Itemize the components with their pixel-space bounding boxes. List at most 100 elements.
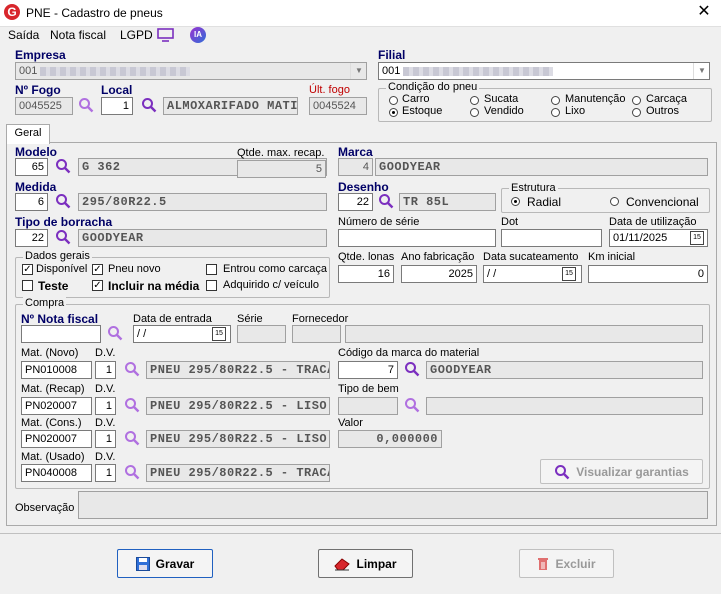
chevron-down-icon[interactable]: ▼	[693, 63, 710, 79]
modelo-code-input[interactable]: 65	[15, 158, 48, 176]
checkbox-pneu-novo[interactable]: ✓	[92, 264, 103, 275]
close-icon[interactable]: ✕	[694, 2, 714, 22]
ia-icon[interactable]: IA	[190, 27, 206, 43]
checkbox-disponivel[interactable]: ✓	[22, 264, 33, 275]
radio-estoque[interactable]	[389, 108, 398, 117]
search-icon[interactable]	[78, 97, 94, 113]
radio-lixo[interactable]	[551, 108, 560, 117]
numero-serie-input[interactable]	[338, 229, 496, 247]
mat-novo-dv-input[interactable]: 1	[95, 361, 116, 379]
calendar-icon[interactable]: 15	[212, 327, 226, 341]
mat-recap-dv-input[interactable]: 1	[95, 397, 116, 415]
checkbox-adquirido-label: Adquirido c/ veículo	[223, 279, 319, 291]
mat-recap-label: Mat. (Recap)	[21, 383, 85, 395]
radio-vendido[interactable]	[470, 108, 479, 117]
local-code-input[interactable]: 1	[101, 97, 133, 115]
redacted-text	[403, 66, 554, 76]
valor-label: Valor	[338, 417, 363, 429]
desenho-code-input[interactable]: 22	[338, 193, 373, 211]
excluir-label: Excluir	[555, 556, 596, 571]
fogo-input[interactable]: 0045525	[15, 97, 73, 115]
mat-cons-code-input[interactable]: PN020007	[21, 430, 92, 448]
search-icon[interactable]	[124, 397, 140, 413]
checkbox-adquirido[interactable]	[206, 280, 217, 291]
search-icon[interactable]	[404, 361, 420, 377]
search-icon[interactable]	[141, 97, 157, 113]
km-inicial-input[interactable]: 0	[588, 265, 708, 283]
radio-outros-label: Outros	[646, 105, 680, 117]
mat-usado-dv-input[interactable]: 1	[95, 464, 116, 482]
search-icon[interactable]	[124, 464, 140, 480]
nota-fiscal-label: Nº Nota fiscal	[21, 312, 99, 326]
chevron-down-icon[interactable]: ▼	[350, 63, 367, 79]
dot-input[interactable]	[501, 229, 602, 247]
search-icon[interactable]	[107, 325, 123, 341]
radio-outros[interactable]	[632, 108, 641, 117]
dot-label: Dot	[501, 216, 519, 228]
fornecedor-code-display	[292, 325, 341, 343]
fornecedor-name-display	[345, 325, 703, 343]
empresa-select[interactable]: 001	[15, 62, 367, 80]
radio-sucata[interactable]	[470, 96, 479, 105]
menu-nota-fiscal[interactable]: Nota fiscal	[50, 28, 106, 42]
mat-recap-desc-display: PNEU 295/80R22.5 - LISO REC	[146, 397, 330, 415]
search-icon[interactable]	[378, 193, 394, 209]
medida-code-input[interactable]: 6	[15, 193, 48, 211]
local-label: Local	[101, 83, 133, 97]
ano-fabricacao-input[interactable]: 2025	[401, 265, 477, 283]
search-icon[interactable]	[124, 430, 140, 446]
radio-convencional[interactable]	[610, 197, 619, 206]
search-icon[interactable]	[124, 361, 140, 377]
serie-label: Série	[237, 313, 263, 325]
qtde-recap-label: Qtde. max. recap.	[237, 147, 325, 159]
radio-manutencao[interactable]	[551, 96, 560, 105]
visualizar-garantias-button[interactable]: Visualizar garantias	[540, 459, 703, 484]
search-icon[interactable]	[55, 193, 71, 209]
codigo-marca-label: Código da marca do material	[338, 347, 480, 359]
menu-lgpd[interactable]: LGPD	[120, 28, 153, 42]
radio-carcaca[interactable]	[632, 96, 641, 105]
codigo-marca-name-display: GOODYEAR	[426, 361, 703, 379]
excluir-button[interactable]: Excluir	[519, 549, 614, 578]
marca-code-display: 4	[338, 158, 373, 176]
tab-geral[interactable]: Geral	[6, 124, 50, 144]
monitor-icon[interactable]	[157, 28, 174, 42]
radio-carro[interactable]	[389, 96, 398, 105]
checkbox-incluir-media[interactable]: ✓	[92, 280, 103, 291]
marca-label: Marca	[338, 145, 373, 159]
checkbox-teste[interactable]	[22, 280, 33, 291]
filial-label: Filial	[378, 48, 406, 62]
estrutura-title: Estrutura	[509, 182, 558, 194]
tipo-borracha-code-input[interactable]: 22	[15, 229, 48, 247]
mat-cons-desc-display: PNEU 295/80R22.5 - LISO REC	[146, 430, 330, 448]
search-icon[interactable]	[404, 397, 420, 413]
redacted-text	[40, 66, 191, 76]
checkbox-carcaca[interactable]	[206, 264, 217, 275]
menu-saida[interactable]: Saída	[8, 28, 39, 42]
codigo-marca-input[interactable]: 7	[338, 361, 398, 379]
calendar-icon[interactable]: 15	[562, 267, 576, 281]
checkbox-teste-label: Teste	[38, 279, 69, 293]
mat-usado-code-input[interactable]: PN040008	[21, 464, 92, 482]
km-inicial-label: Km inicial	[588, 251, 636, 263]
mat-novo-label: Mat. (Novo)	[21, 347, 79, 359]
search-icon[interactable]	[55, 158, 71, 174]
mat-recap-code-input[interactable]: PN020007	[21, 397, 92, 415]
radio-radial[interactable]	[511, 197, 520, 206]
mat-usado-label: Mat. (Usado)	[21, 451, 85, 463]
nota-fiscal-input[interactable]	[21, 325, 101, 343]
filial-select[interactable]: 001	[378, 62, 710, 80]
qtde-lonas-input[interactable]: 16	[338, 265, 394, 283]
save-icon	[135, 556, 150, 571]
tipo-bem-code-display	[338, 397, 398, 415]
checkbox-disponivel-label: Disponível	[36, 263, 88, 275]
mat-novo-code-input[interactable]: PN010008	[21, 361, 92, 379]
mat-cons-dv-input[interactable]: 1	[95, 430, 116, 448]
marca-name-display: GOODYEAR	[375, 158, 708, 176]
calendar-icon[interactable]: 15	[690, 231, 704, 245]
medida-name-display: 295/80R22.5	[78, 193, 327, 211]
search-icon[interactable]	[55, 229, 71, 245]
gravar-button[interactable]: Gravar	[117, 549, 213, 578]
observacao-input[interactable]	[78, 491, 708, 519]
limpar-button[interactable]: Limpar	[318, 549, 413, 578]
